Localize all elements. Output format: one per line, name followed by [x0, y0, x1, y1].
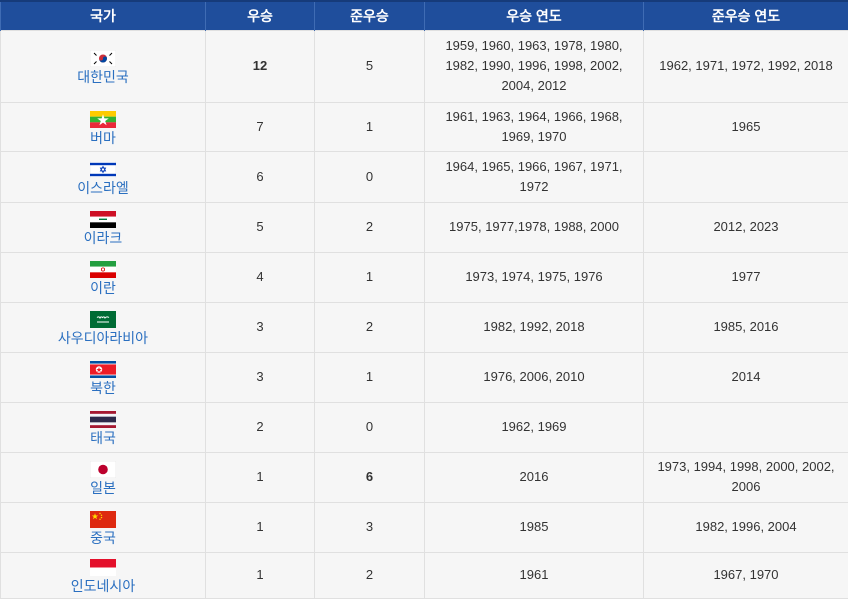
wins-cell: 1	[206, 552, 315, 598]
runners-up-cell: 2	[315, 302, 425, 352]
japan-flag	[90, 461, 116, 478]
country-link[interactable]: 이란	[7, 279, 199, 297]
israel-flag	[90, 161, 116, 178]
country-cell: 사우디아라비아	[1, 302, 206, 352]
country-link[interactable]: 이라크	[7, 229, 199, 247]
win-years-cell: 1973, 1974, 1975, 1976	[425, 252, 644, 302]
runner-years-cell: 2012, 2023	[644, 202, 848, 252]
table-row: 인도네시아 1 2 1961 1967, 1970	[1, 552, 848, 598]
north-korea-flag	[90, 361, 116, 378]
win-years-cell: 2016	[425, 452, 644, 502]
header-win-years[interactable]: 우승 연도	[425, 1, 644, 30]
table-row: 일본 1 6 2016 1973, 1994, 1998, 2000, 2002…	[1, 452, 848, 502]
runner-years-cell	[644, 151, 848, 202]
win-years-cell: 1964, 1965, 1966, 1967, 1971, 1972	[425, 151, 644, 202]
win-years-cell: 1975, 1977,1978, 1988, 2000	[425, 202, 644, 252]
country-cell: 중국	[1, 502, 206, 552]
table-header-row: 국가 우승 준우승 우승 연도 준우승 연도	[1, 1, 848, 30]
wins-cell: 5	[206, 202, 315, 252]
country-cell: 북한	[1, 352, 206, 402]
china-flag	[90, 511, 116, 528]
wins-cell: 1	[206, 452, 315, 502]
country-cell: 일본	[1, 452, 206, 502]
win-years-cell: 1976, 2006, 2010	[425, 352, 644, 402]
runner-years-cell: 1973, 1994, 1998, 2000, 2002, 2006	[644, 452, 848, 502]
runner-years-cell: 1977	[644, 252, 848, 302]
header-wins[interactable]: 우승	[206, 1, 315, 30]
win-years-cell: 1962, 1969	[425, 402, 644, 452]
table-row: 버마 7 1 1961, 1963, 1964, 1966, 1968, 196…	[1, 102, 848, 151]
iran-flag	[90, 261, 116, 278]
runners-up-cell: 1	[315, 102, 425, 151]
win-years-cell: 1959, 1960, 1963, 1978, 1980, 1982, 1990…	[425, 30, 644, 102]
table-row: 대한민국 12 5 1959, 1960, 1963, 1978, 1980, …	[1, 30, 848, 102]
wins-cell: 7	[206, 102, 315, 151]
win-years-cell: 1961	[425, 552, 644, 598]
country-link[interactable]: 사우디아라비아	[7, 329, 199, 347]
table-row: 북한 3 1 1976, 2006, 2010 2014	[1, 352, 848, 402]
indonesia-flag	[90, 559, 116, 576]
country-link[interactable]: 태국	[7, 429, 199, 447]
wins-cell: 3	[206, 302, 315, 352]
wins-cell: 1	[206, 502, 315, 552]
south-korea-flag	[90, 50, 116, 67]
wins-cell: 6	[206, 151, 315, 202]
country-cell: 태국	[1, 402, 206, 452]
runner-years-cell: 2014	[644, 352, 848, 402]
runner-years-cell: 1985, 2016	[644, 302, 848, 352]
saudi-arabia-flag	[90, 311, 116, 328]
country-cell: 인도네시아	[1, 552, 206, 598]
table-row: 이란 4 1 1973, 1974, 1975, 1976 1977	[1, 252, 848, 302]
runner-years-cell: 1962, 1971, 1972, 1992, 2018	[644, 30, 848, 102]
table-row: 사우디아라비아 3 2 1982, 1992, 2018 1985, 2016	[1, 302, 848, 352]
wins-cell: 12	[206, 30, 315, 102]
header-runners-up[interactable]: 준우승	[315, 1, 425, 30]
country-link[interactable]: 북한	[7, 379, 199, 397]
runner-years-cell: 1967, 1970	[644, 552, 848, 598]
runners-up-cell: 3	[315, 502, 425, 552]
country-link[interactable]: 중국	[7, 529, 199, 547]
thailand-flag	[90, 411, 116, 428]
runner-years-cell: 1965	[644, 102, 848, 151]
runners-up-cell: 0	[315, 402, 425, 452]
runners-up-cell: 0	[315, 151, 425, 202]
table-row: 이라크 5 2 1975, 1977,1978, 1988, 2000 2012…	[1, 202, 848, 252]
wins-cell: 2	[206, 402, 315, 452]
runners-up-cell: 1	[315, 352, 425, 402]
country-link[interactable]: 대한민국	[7, 68, 199, 86]
country-link[interactable]: 이스라엘	[7, 179, 199, 197]
myanmar-flag	[90, 111, 116, 128]
header-runner-years[interactable]: 준우승 연도	[644, 1, 848, 30]
country-cell: 이스라엘	[1, 151, 206, 202]
country-cell: 이라크	[1, 202, 206, 252]
runners-up-cell: 2	[315, 202, 425, 252]
iraq-flag	[90, 211, 116, 228]
country-cell: 대한민국	[1, 30, 206, 102]
runner-years-cell	[644, 402, 848, 452]
wins-cell: 3	[206, 352, 315, 402]
table-row: 태국 2 0 1962, 1969	[1, 402, 848, 452]
runner-years-cell: 1982, 1996, 2004	[644, 502, 848, 552]
country-cell: 버마	[1, 102, 206, 151]
runners-up-cell: 1	[315, 252, 425, 302]
win-years-cell: 1985	[425, 502, 644, 552]
championship-table: 국가 우승 준우승 우승 연도 준우승 연도 대한민국 12 5	[0, 0, 848, 599]
country-link[interactable]: 버마	[7, 129, 199, 147]
runners-up-cell: 5	[315, 30, 425, 102]
wins-cell: 4	[206, 252, 315, 302]
table-row: 이스라엘 6 0 1964, 1965, 1966, 1967, 1971, 1…	[1, 151, 848, 202]
table-row: 중국 1 3 1985 1982, 1996, 2004	[1, 502, 848, 552]
country-cell: 이란	[1, 252, 206, 302]
country-link[interactable]: 인도네시아	[7, 577, 199, 595]
runners-up-cell: 6	[315, 452, 425, 502]
win-years-cell: 1961, 1963, 1964, 1966, 1968, 1969, 1970	[425, 102, 644, 151]
win-years-cell: 1982, 1992, 2018	[425, 302, 644, 352]
header-country[interactable]: 국가	[1, 1, 206, 30]
country-link[interactable]: 일본	[7, 479, 199, 497]
runners-up-cell: 2	[315, 552, 425, 598]
